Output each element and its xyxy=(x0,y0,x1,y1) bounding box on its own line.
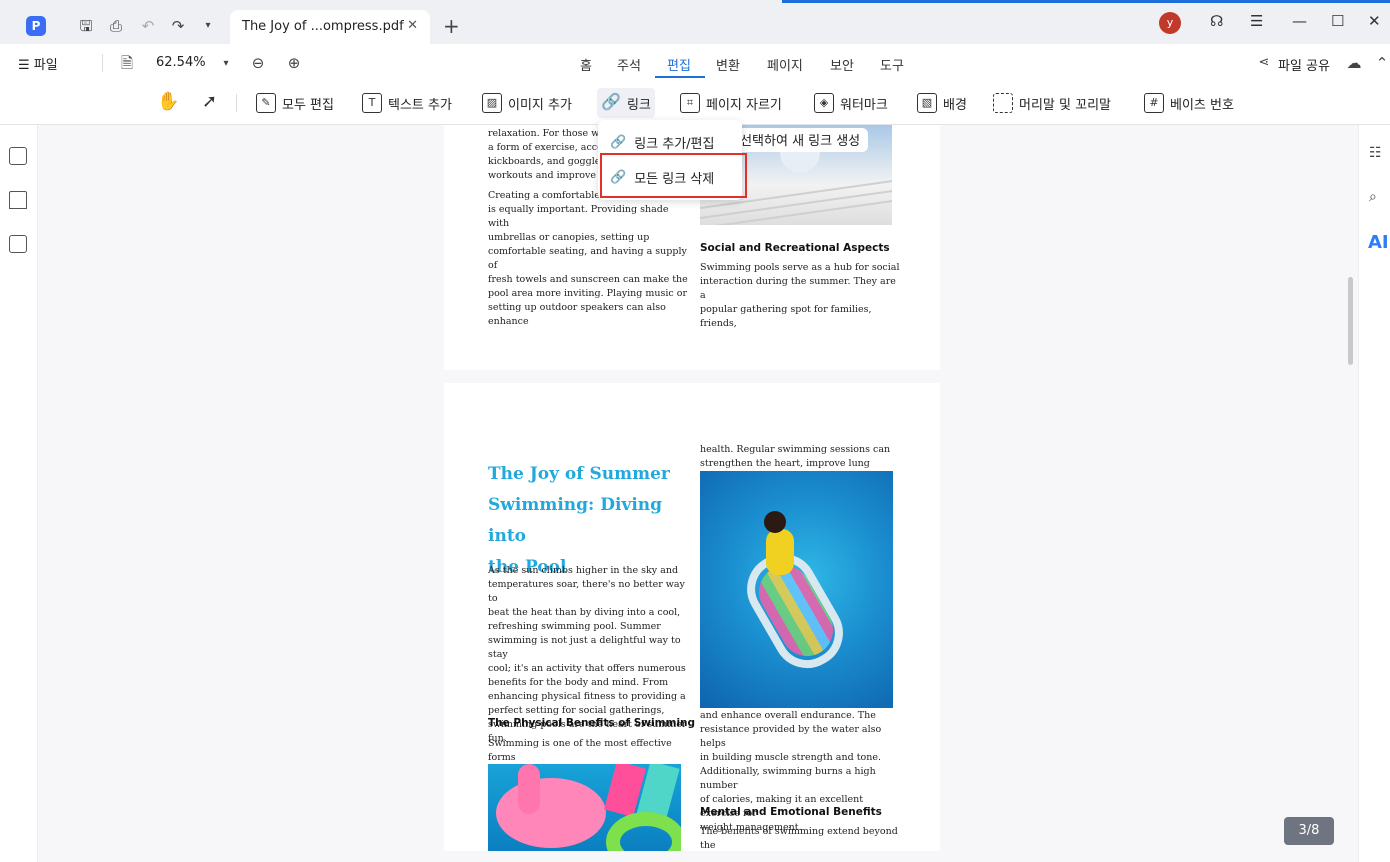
file-menu[interactable]: ☰ 파일 xyxy=(18,54,58,73)
divider xyxy=(236,94,237,112)
redo-icon[interactable]: ↷ xyxy=(168,16,188,36)
active-tab-indicator xyxy=(655,76,705,78)
tab-page[interactable]: 페이지 xyxy=(767,55,803,74)
tab-home[interactable]: 홈 xyxy=(580,55,592,74)
share-icon[interactable]: ⋖ xyxy=(1254,53,1274,73)
collapse-icon[interactable]: ⌃ xyxy=(1372,53,1390,73)
tab-security[interactable]: 보안 xyxy=(830,55,854,74)
image-icon: ▨ xyxy=(482,93,502,113)
crop-icon: ⌗ xyxy=(680,93,700,113)
menu-icon[interactable]: ☰ xyxy=(1250,12,1263,30)
divider xyxy=(102,54,103,72)
title-bar: P 🖫 ⎙ ↶ ↷ ▾ The Joy of ...ompress.pdf ✕ … xyxy=(0,0,1390,44)
link-icon: 🔗 xyxy=(601,92,621,111)
headset-icon[interactable]: ☊ xyxy=(1210,12,1223,30)
zoom-out-icon[interactable]: ⊖ xyxy=(248,53,268,73)
minimize-icon[interactable]: — xyxy=(1292,12,1307,30)
search-icon[interactable]: ⌕ xyxy=(1369,189,1387,207)
page-indicator: 3/8 xyxy=(1284,817,1334,845)
background-label: 배경 xyxy=(943,97,967,113)
comment-icon[interactable] xyxy=(9,235,27,253)
zoom-dropdown-icon[interactable]: ▾ xyxy=(216,54,236,74)
add-edit-link-label: 링크 추가/편집 xyxy=(634,137,715,152)
select-cursor-icon[interactable]: ➚ xyxy=(202,91,217,112)
bookmark-icon[interactable] xyxy=(9,191,27,209)
bates-number-button[interactable]: # 베이츠 번호 xyxy=(1140,88,1238,118)
page-fit-icon[interactable]: 🗎 xyxy=(117,53,137,73)
background-button[interactable]: ▧ 배경 xyxy=(913,88,971,118)
plus-icon[interactable]: + xyxy=(443,14,460,38)
left-sidebar xyxy=(0,125,38,862)
edit-pencil-icon: ✎ xyxy=(256,93,276,113)
swimmer-head-shape xyxy=(764,511,786,533)
edit-toolbar: ✋ ➚ ✎ 모두 편집 T 텍스트 추가 ▨ 이미지 추가 🔗 링크 ⌗ 페이지… xyxy=(0,82,1390,125)
swimmer-photo xyxy=(700,471,893,708)
link-button[interactable]: 🔗 링크 xyxy=(597,88,655,118)
hand-tool-icon[interactable]: ✋ xyxy=(157,91,179,112)
section-heading-physical: The Physical Benefits of Swimming xyxy=(488,717,696,729)
header-footer-button[interactable]: 머리말 및 꼬리말 xyxy=(989,88,1115,118)
thumbnail-icon[interactable] xyxy=(9,147,27,165)
vertical-scrollbar[interactable] xyxy=(1348,277,1353,365)
green-ring-shape xyxy=(606,812,681,851)
section-heading-social: Social and Recreational Aspects xyxy=(700,242,890,254)
page2-mental-text: The benefits of swimming extend beyond t… xyxy=(700,826,898,851)
crop-page-button[interactable]: ⌗ 페이지 자르기 xyxy=(676,88,786,118)
zoom-level[interactable]: 62.54% xyxy=(156,55,206,70)
swimmer-shape xyxy=(766,529,794,575)
watermark-icon: ◈ xyxy=(814,93,834,113)
hash-icon: # xyxy=(1144,93,1164,113)
background-icon: ▧ xyxy=(917,93,937,113)
flamingo-neck-shape xyxy=(518,764,540,814)
close-window-icon[interactable]: ✕ xyxy=(1368,12,1381,30)
title-accent-line xyxy=(782,0,1390,3)
zoom-in-icon[interactable]: ⊕ xyxy=(284,53,304,73)
highlight-box xyxy=(600,153,747,198)
print-icon[interactable]: ⎙ xyxy=(106,16,126,36)
tab-title: The Joy of ...ompress.pdf xyxy=(242,19,404,34)
crop-label: 페이지 자르기 xyxy=(706,97,782,113)
avatar[interactable]: y xyxy=(1159,12,1181,34)
document-tab[interactable]: The Joy of ...ompress.pdf ✕ xyxy=(230,10,430,44)
header-footer-icon xyxy=(993,93,1013,113)
tab-edit[interactable]: 편집 xyxy=(667,55,691,74)
undo-icon[interactable]: ↶ xyxy=(138,16,158,36)
pdf-page-3: The Joy of Summer Swimming: Diving into … xyxy=(444,383,940,851)
close-icon[interactable]: ✕ xyxy=(407,18,418,33)
section-heading-mental: Mental and Emotional Benefits xyxy=(700,806,882,818)
quick-access-dropdown-icon[interactable]: ▾ xyxy=(198,16,218,36)
edit-all-button[interactable]: ✎ 모두 편집 xyxy=(252,88,338,118)
page1-right-text: Swimming pools serve as a hub for social… xyxy=(700,262,900,329)
flamingo-float-photo xyxy=(488,764,681,851)
add-image-button[interactable]: ▨ 이미지 추가 xyxy=(478,88,576,118)
cloud-icon[interactable]: ☁ xyxy=(1344,53,1364,73)
tab-comment[interactable]: 주석 xyxy=(617,55,641,74)
add-text-button[interactable]: T 텍스트 추가 xyxy=(358,88,456,118)
app-logo-icon[interactable]: P xyxy=(26,16,46,36)
add-image-label: 이미지 추가 xyxy=(508,97,572,113)
header-footer-label: 머리말 및 꼬리말 xyxy=(1019,97,1111,113)
deck-plank xyxy=(700,196,892,225)
flamingo-body-shape xyxy=(496,778,606,848)
bates-label: 베이츠 번호 xyxy=(1170,97,1234,113)
tab-tools[interactable]: 도구 xyxy=(880,55,904,74)
watermark-label: 워터마크 xyxy=(840,97,888,113)
link-add-icon: 🔗 xyxy=(610,135,627,150)
link-label: 링크 xyxy=(627,97,651,113)
tab-convert[interactable]: 변환 xyxy=(716,55,740,74)
page1-left-para2: Creating a comfortable po is equally imp… xyxy=(488,190,688,327)
menu-bar: ☰ 파일 🗎 62.54% ▾ ⊖ ⊕ 홈 주석 편집 변환 페이지 보안 도구… xyxy=(0,44,1390,82)
watermark-button[interactable]: ◈ 워터마크 xyxy=(810,88,892,118)
ai-assistant-icon[interactable]: AI xyxy=(1368,232,1389,253)
save-icon[interactable]: 🖫 xyxy=(76,16,96,36)
add-edit-link-item[interactable]: 🔗 링크 추가/편집 xyxy=(610,133,714,152)
maximize-icon[interactable]: ☐ xyxy=(1331,12,1344,30)
add-text-label: 텍스트 추가 xyxy=(388,97,452,113)
share-file-button[interactable]: 파일 공유 xyxy=(1278,55,1330,74)
properties-icon[interactable]: ☷ xyxy=(1369,145,1387,163)
text-icon: T xyxy=(362,93,382,113)
edit-all-label: 모두 편집 xyxy=(282,97,334,113)
